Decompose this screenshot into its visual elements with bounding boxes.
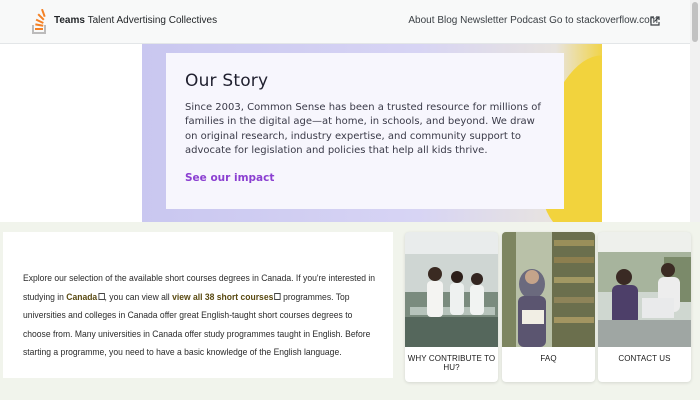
brand-teams[interactable]: Teams [54, 15, 85, 26]
brand-text: Teams Talent Advertising Collectives [54, 15, 217, 26]
card-label-faq: FAQ [540, 354, 557, 363]
nav-newsletter[interactable]: Newsletter [460, 15, 507, 26]
brand-talent[interactable]: Talent [88, 15, 115, 26]
nav-podcast[interactable]: Podcast [510, 15, 546, 26]
nav-blog[interactable]: Blog [437, 15, 457, 26]
our-story-card: Our Story Since 2003, Common Sense has b… [166, 53, 564, 209]
see-our-impact-link[interactable]: See our impact [185, 172, 274, 184]
brand-collectives[interactable]: Collectives [169, 15, 217, 26]
brand-advertising[interactable]: Advertising [116, 15, 165, 26]
study-photo-icon [598, 232, 691, 347]
scrollbar-thumb[interactable] [692, 2, 698, 42]
card-label-why-contribute: WHY CONTRIBUTE TO HU? [407, 354, 496, 372]
canada-link[interactable]: Canada [66, 292, 97, 302]
our-story-hero: Our Story Since 2003, Common Sense has b… [142, 44, 602, 222]
lower-section: Explore our selection of the available s… [0, 222, 700, 400]
card-contact-us[interactable]: CONTACT US [598, 232, 691, 382]
info-text-part2: , you can view all [104, 291, 170, 302]
short-courses-text: Explore our selection of the available s… [23, 269, 382, 362]
top-nav-links: About Blog Newsletter Podcast Go to stac… [408, 15, 658, 26]
our-story-text: Since 2003, Common Sense has been a trus… [185, 102, 541, 156]
card-label-contact-us: CONTACT US [618, 354, 671, 363]
view-all-courses-link[interactable]: view all 38 short courses [172, 292, 273, 302]
nav-go-to-stackoverflow[interactable]: Go to stackoverflow.com [549, 15, 658, 26]
top-navbar: Teams Talent Advertising Collectives Abo… [0, 0, 700, 44]
card-why-contribute[interactable]: WHY CONTRIBUTE TO HU? [405, 232, 498, 382]
external-link-icon [650, 16, 660, 26]
external-box-icon [274, 292, 281, 300]
our-story-title: Our Story [185, 71, 269, 91]
nav-about[interactable]: About [408, 15, 434, 26]
short-courses-info-box: Explore our selection of the available s… [3, 232, 393, 378]
library-photo-icon [502, 232, 595, 347]
lab-photo-icon [405, 232, 498, 347]
stackoverflow-logo-icon[interactable] [31, 9, 47, 35]
card-faq[interactable]: FAQ [502, 232, 595, 382]
